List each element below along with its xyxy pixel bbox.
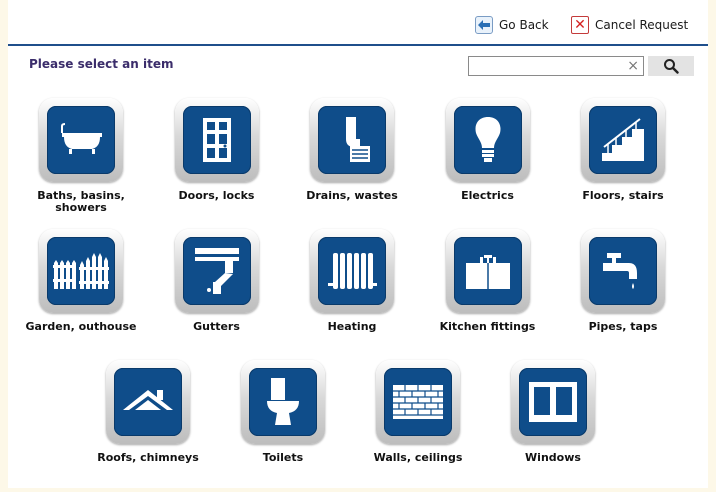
door-icon (182, 106, 251, 174)
item-tile-tap[interactable]: Pipes, taps (563, 229, 683, 351)
search-input[interactable] (473, 59, 627, 78)
item-tile-window[interactable]: Windows (493, 360, 613, 482)
item-label: Floors, stairs (582, 189, 664, 202)
gutter-icon (182, 237, 251, 305)
drain-icon (318, 106, 386, 174)
item-label: Gutters (193, 320, 240, 333)
item-label: Heating (327, 320, 377, 333)
cancel-request-button[interactable]: ✕ Cancel Request (571, 15, 688, 35)
item-label: Electrics (461, 189, 514, 202)
tile-frame (241, 360, 325, 444)
tile-frame (310, 229, 394, 313)
page-prompt: Please select an item (29, 57, 174, 71)
item-tile-roof[interactable]: Roofs, chimneys (88, 360, 208, 482)
item-label: Windows (525, 451, 581, 464)
item-label: Baths, basins, showers (37, 189, 125, 214)
radiator-icon (318, 237, 386, 305)
search-icon (664, 59, 679, 74)
bath-icon (47, 106, 115, 174)
tile-frame (174, 98, 259, 182)
sink-icon (453, 237, 522, 305)
window-icon (519, 368, 587, 436)
lightbulb-icon (453, 106, 522, 174)
cancel-request-label: Cancel Request (595, 18, 689, 32)
go-back-label: Go Back (499, 18, 549, 32)
top-toolbar: Go Back ✕ Cancel Request (8, 0, 708, 46)
item-tile-stairs[interactable]: Floors, stairs (563, 98, 683, 220)
go-back-button[interactable]: Go Back (475, 15, 549, 35)
tile-frame (106, 360, 190, 444)
item-tile-gutter[interactable]: Gutters (157, 229, 277, 351)
item-tile-bath[interactable]: Baths, basins, showers (21, 98, 141, 220)
tile-frame (310, 98, 394, 182)
tile-frame (174, 229, 259, 313)
item-tile-brick-wall[interactable]: Walls, ceilings (358, 360, 478, 482)
fence-icon (47, 237, 115, 305)
item-tile-sink[interactable]: Kitchen fittings (428, 229, 548, 351)
toilet-icon (249, 368, 317, 436)
item-tile-lightbulb[interactable]: Electrics (428, 98, 548, 220)
item-label: Pipes, taps (588, 320, 658, 333)
tile-frame (39, 98, 123, 182)
item-label: Walls, ceilings (373, 451, 463, 464)
brick-wall-icon (384, 368, 452, 436)
tile-frame (445, 229, 530, 313)
tile-frame (581, 98, 665, 182)
tap-icon (589, 237, 657, 305)
search-box: × (468, 56, 644, 78)
item-label: Toilets (262, 451, 304, 464)
item-tile-drain[interactable]: Drains, wastes (292, 98, 412, 220)
item-label: Kitchen fittings (439, 320, 536, 333)
main-panel: Go Back ✕ Cancel Request Please select a… (8, 0, 708, 488)
item-label: Doors, locks (178, 189, 255, 202)
roof-icon (114, 368, 182, 436)
search-button[interactable] (648, 56, 694, 76)
item-label: Drains, wastes (306, 189, 398, 202)
close-icon: ✕ (571, 16, 589, 34)
clear-search-icon[interactable]: × (627, 57, 639, 75)
go-back-icon (475, 16, 493, 34)
page: Go Back ✕ Cancel Request Please select a… (0, 0, 716, 492)
item-tile-door[interactable]: Doors, locks (157, 98, 277, 220)
tile-frame (511, 360, 595, 444)
item-label: Garden, outhouse (25, 320, 137, 333)
tile-frame (445, 98, 530, 182)
item-tile-fence[interactable]: Garden, outhouse (21, 229, 141, 351)
stairs-icon (589, 106, 657, 174)
tile-frame (39, 229, 123, 313)
item-label: Roofs, chimneys (97, 451, 199, 464)
item-tile-toilet[interactable]: Toilets (223, 360, 343, 482)
tile-frame (581, 229, 665, 313)
item-tile-radiator[interactable]: Heating (292, 229, 412, 351)
tile-frame (376, 360, 460, 444)
